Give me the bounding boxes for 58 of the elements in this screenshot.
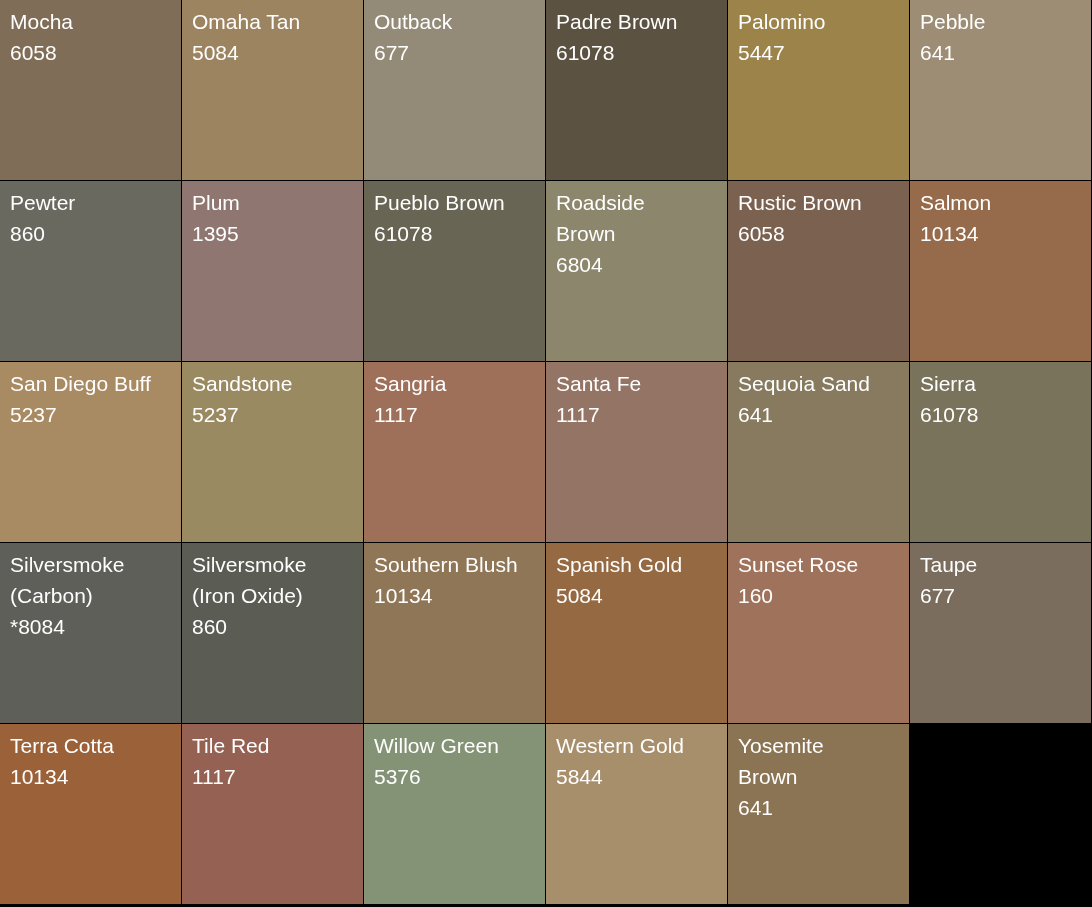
swatch-name: Western Gold <box>556 733 684 759</box>
swatch-name: Silversmoke (Iron Oxide) <box>192 552 308 609</box>
swatch-code: 1395 <box>192 221 239 247</box>
swatch-name: Palomino <box>738 9 826 35</box>
swatch-name: Santa Fe <box>556 371 642 397</box>
swatch-name: Taupe <box>920 552 978 578</box>
swatch-name: Tile Red <box>192 733 270 759</box>
swatch-code: 5376 <box>374 764 421 790</box>
swatch-name: Roadside Brown <box>556 190 646 247</box>
swatch-code: 61078 <box>920 402 979 428</box>
swatch-code: 677 <box>374 40 410 66</box>
swatch-code: 1117 <box>374 402 418 428</box>
swatch-code: 641 <box>738 795 774 821</box>
swatch-code: 10134 <box>374 583 433 609</box>
swatch-code: 10134 <box>10 764 69 790</box>
swatch-name: Salmon <box>920 190 992 216</box>
swatch-code: 6058 <box>10 40 57 66</box>
swatch-name: San Diego Buff <box>10 371 151 397</box>
swatch-name: Yosemite Brown <box>738 733 825 790</box>
swatch-name: Sangria <box>374 371 447 397</box>
swatch-name: Silversmoke (Carbon) <box>10 552 126 609</box>
swatch-name: Spanish Gold <box>556 552 683 578</box>
swatch-code: 677 <box>920 583 956 609</box>
swatch-name: Willow Green <box>374 733 499 759</box>
swatch-code: 1117 <box>192 764 236 790</box>
swatch-name: Rustic Brown <box>738 190 862 216</box>
swatch-code: 5844 <box>556 764 603 790</box>
swatch-code: 860 <box>192 614 228 640</box>
swatch-code: 5084 <box>556 583 603 609</box>
swatch-code: 160 <box>738 583 774 609</box>
swatch-name: Southern Blush <box>374 552 518 578</box>
swatch-code: 10134 <box>920 221 979 247</box>
swatch-name: Mocha <box>10 9 74 35</box>
swatch-name: Plum <box>192 190 240 216</box>
swatch-code: 641 <box>920 40 956 66</box>
swatch-code: 1117 <box>556 402 600 428</box>
swatch-code: 5447 <box>738 40 785 66</box>
swatch-name: Sandstone <box>192 371 293 397</box>
swatch-name: Sequoia Sand <box>738 371 870 397</box>
swatch-name: Omaha Tan <box>192 9 301 35</box>
swatch-code: 61078 <box>556 40 615 66</box>
swatch-name: Pewter <box>10 190 76 216</box>
swatch-name: Pueblo Brown <box>374 190 505 216</box>
swatch-code: *8084 <box>10 614 65 640</box>
swatch-code: 5237 <box>10 402 57 428</box>
swatch-name: Sunset Rose <box>738 552 859 578</box>
swatch-code: 641 <box>738 402 774 428</box>
swatch-name: Pebble <box>920 9 986 35</box>
swatch-code: 6058 <box>738 221 785 247</box>
swatch-code: 860 <box>10 221 46 247</box>
swatch-name: Sierra <box>920 371 977 397</box>
swatch-code: 6804 <box>556 252 603 278</box>
swatch-name: Terra Cotta <box>10 733 114 759</box>
swatch-code: 5084 <box>192 40 239 66</box>
swatch-code: 61078 <box>374 221 433 247</box>
swatch-code: 5237 <box>192 402 239 428</box>
swatch-name: Outback <box>374 9 453 35</box>
swatch-name: Padre Brown <box>556 9 678 35</box>
